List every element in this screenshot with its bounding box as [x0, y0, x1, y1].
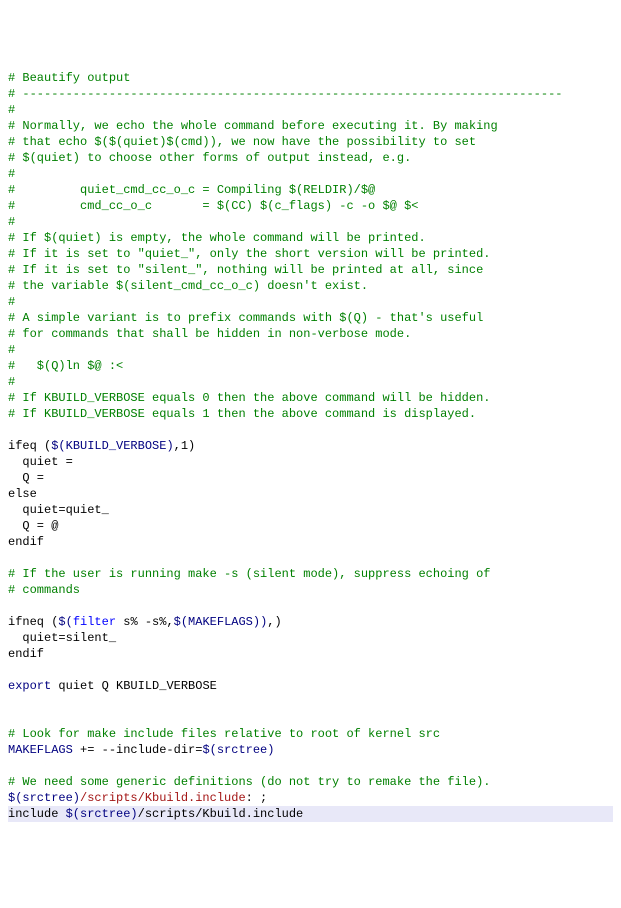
export-keyword: export [8, 679, 51, 693]
ifeq-keyword: ifeq ( [8, 439, 51, 453]
comment-line: # If KBUILD_VERBOSE equals 0 then the ab… [8, 391, 490, 405]
else-keyword: else [8, 487, 37, 501]
comment-line: # the variable $(silent_cmd_cc_o_c) does… [8, 279, 368, 293]
comment-line: # that echo $($(quiet)$(cmd)), we now ha… [8, 135, 476, 149]
comment-line: # cmd_cc_o_c = $(CC) $(c_flags) -c -o $@… [8, 199, 418, 213]
comment-line: # A simple variant is to prefix commands… [8, 311, 483, 325]
comment-line: # $(Q)ln $@ :< [8, 359, 123, 373]
comment-line: # [8, 375, 15, 389]
comment-line: # quiet_cmd_cc_o_c = Compiling $(RELDIR)… [8, 183, 375, 197]
rule-path: /scripts/Kbuild.include [80, 791, 246, 805]
include-keyword: include [8, 807, 66, 821]
assign-quiet: quiet = [8, 455, 73, 469]
assign-Q-at: Q = @ [8, 519, 58, 533]
expr-open: $( [58, 615, 72, 629]
var-makeflags: $(MAKEFLAGS) [174, 615, 260, 629]
comment-line: # [8, 167, 15, 181]
comment-line: # [8, 295, 15, 309]
var-makeflags-lhs: MAKEFLAGS [8, 743, 73, 757]
comment-line: # [8, 103, 15, 117]
comment-line: # Look for make include files relative t… [8, 727, 440, 741]
include-line-highlight: include $(srctree)/scripts/Kbuild.includ… [8, 806, 613, 822]
comment-line: # If the user is running make -s (silent… [8, 567, 490, 581]
comment-line: # $(quiet) to choose other forms of outp… [8, 151, 411, 165]
comment-line: # commands [8, 583, 80, 597]
comment-line: # If KBUILD_VERBOSE equals 1 then the ab… [8, 407, 476, 421]
comment-line: # If it is set to "quiet_", only the sho… [8, 247, 490, 261]
ifneq-tail: ,) [267, 615, 281, 629]
code-block: # Beautify output # --------------------… [8, 70, 613, 822]
comment-line: # Beautify output [8, 71, 130, 85]
fn-filter: filter [73, 615, 116, 629]
comment-line: # --------------------------------------… [8, 87, 563, 101]
comment-line: # [8, 343, 15, 357]
var-srctree: $(srctree) [8, 791, 80, 805]
makeflags-op: += --include-dir= [73, 743, 203, 757]
endif-keyword: endif [8, 647, 44, 661]
rule-tail: : ; [246, 791, 268, 805]
include-path: /scripts/Kbuild.include [138, 807, 304, 821]
assign-quiet-quiet: quiet=quiet_ [8, 503, 109, 517]
var-srctree: $(srctree) [66, 807, 138, 821]
ifeq-tail: ,1) [174, 439, 196, 453]
var-srctree: $(srctree) [202, 743, 274, 757]
var-kbuild-verbose: $(KBUILD_VERBOSE) [51, 439, 173, 453]
assign-Q: Q = [8, 471, 44, 485]
comment-line: # for commands that shall be hidden in n… [8, 327, 411, 341]
ifneq-keyword: ifneq ( [8, 615, 58, 629]
endif-keyword: endif [8, 535, 44, 549]
comment-line: # If it is set to "silent_", nothing wil… [8, 263, 483, 277]
comment-line: # If $(quiet) is empty, the whole comman… [8, 231, 426, 245]
export-vars: quiet Q KBUILD_VERBOSE [51, 679, 217, 693]
comment-line: # Normally, we echo the whole command be… [8, 119, 498, 133]
assign-quiet-silent: quiet=silent_ [8, 631, 116, 645]
comment-line: # We need some generic definitions (do n… [8, 775, 490, 789]
comment-line: # [8, 215, 15, 229]
filter-args: s% -s%, [116, 615, 174, 629]
